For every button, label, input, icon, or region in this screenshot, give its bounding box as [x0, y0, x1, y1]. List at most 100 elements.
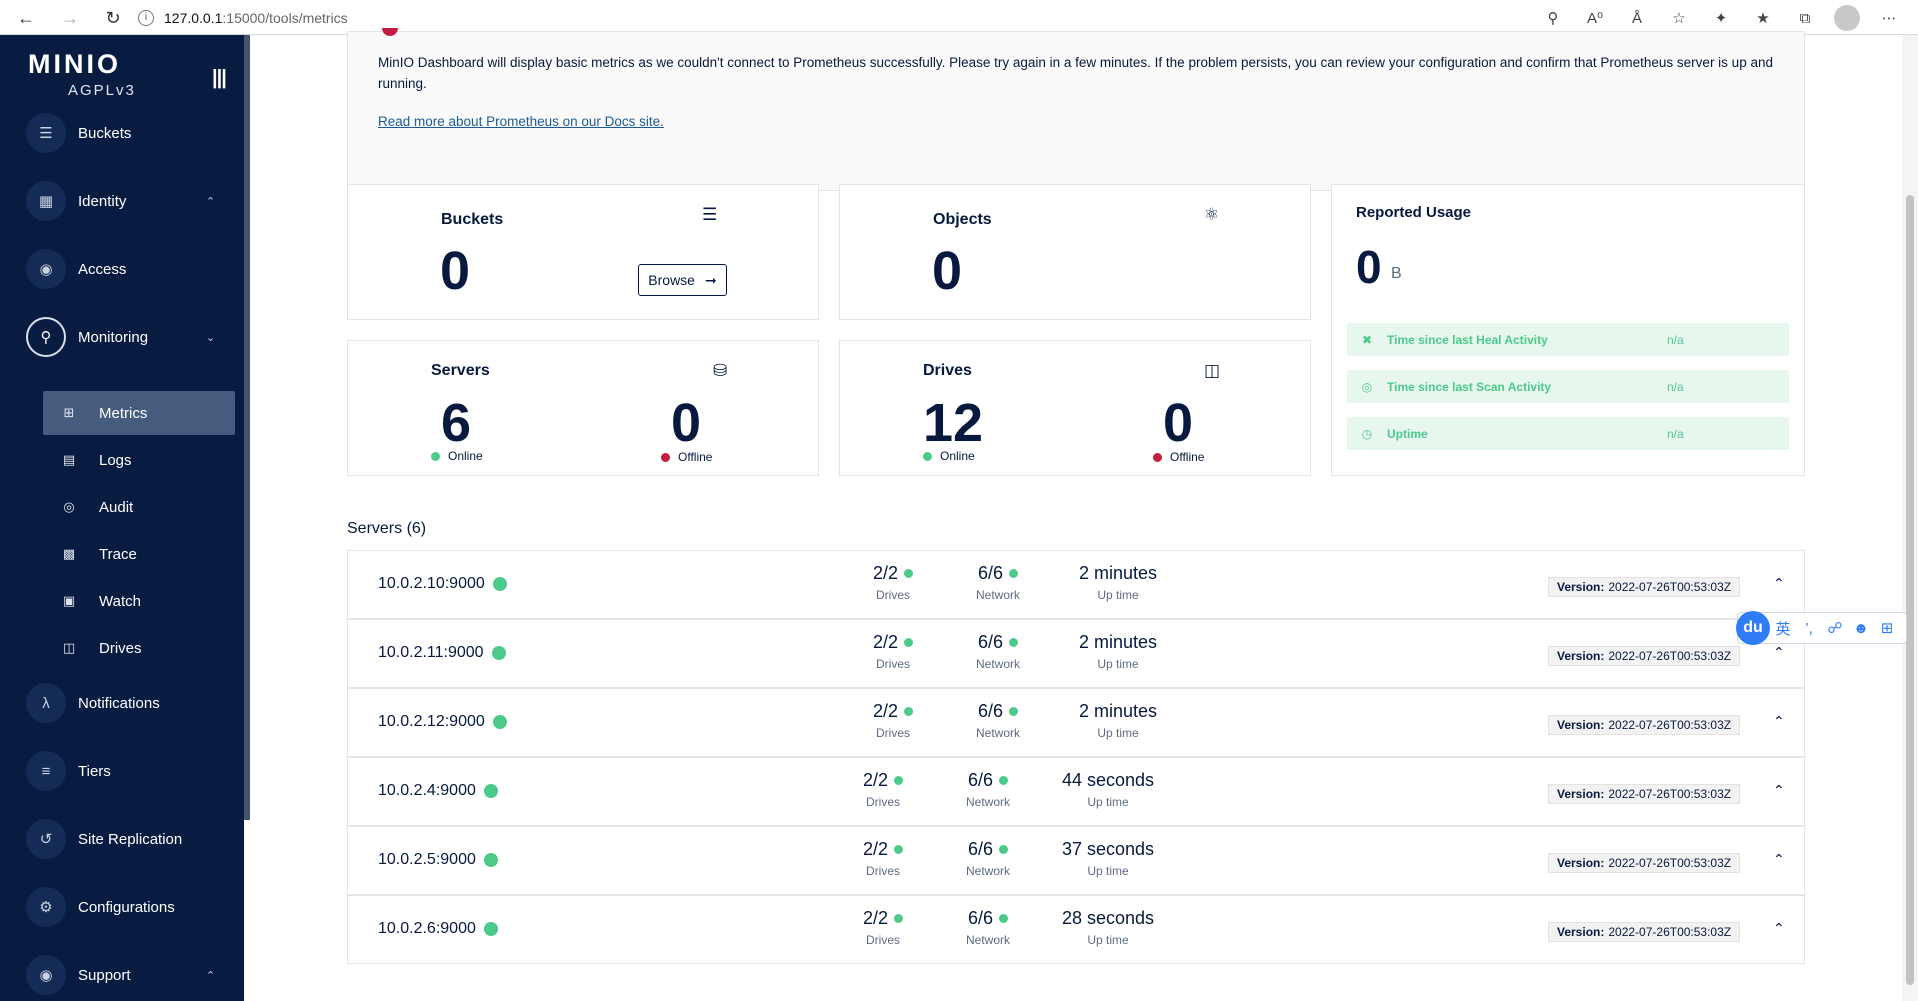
chevron-up-icon[interactable]: ⌃	[1773, 920, 1785, 937]
address-bar[interactable]: i 127.0.0.1:15000/tools/metrics	[138, 3, 1658, 32]
server-row[interactable]: 10.0.2.5:9000 2/2 Drives 6/6 Network 37 …	[347, 826, 1805, 895]
punctuation-icon[interactable]: ’,	[1796, 620, 1822, 637]
sidebar-item-site-replication[interactable]: ↺ Site Replication	[26, 819, 182, 859]
gear-icon: ⚙	[26, 887, 66, 927]
collections-icon[interactable]: ⧉	[1786, 4, 1824, 32]
key-icon[interactable]: ⚲	[1534, 4, 1572, 32]
sidebar-item-identity[interactable]: ▦ Identity ⌃	[26, 181, 215, 221]
network-value: 6/6	[977, 563, 1004, 583]
sidebar-item-support[interactable]: ◉ Support ⌃	[26, 955, 215, 995]
translate-icon[interactable]: Å	[1618, 4, 1656, 32]
extensions-icon[interactable]: ✦	[1702, 4, 1740, 32]
keyboard-icon[interactable]: ☍	[1822, 619, 1848, 637]
version-label: Version:	[1557, 718, 1605, 732]
sidebar-item-audit[interactable]: ◎ Audit	[43, 485, 235, 529]
profile-avatar[interactable]	[1834, 5, 1860, 31]
favorite-star-icon[interactable]: ☆	[1660, 4, 1698, 32]
forward-icon[interactable]: →	[56, 4, 84, 32]
server-uptime: 2 minutes Up time	[1063, 701, 1173, 740]
server-row[interactable]: 10.0.2.12:9000 2/2 Drives 6/6 Network 2 …	[347, 688, 1805, 757]
ime-language-toggle[interactable]: 英	[1770, 618, 1796, 639]
version-badge: Version: 2022-07-26T00:53:03Z	[1548, 577, 1741, 597]
ime-logo[interactable]: du	[1736, 611, 1770, 645]
uptime-caption: Up time	[1087, 933, 1129, 947]
prometheus-docs-link[interactable]: Read more about Prometheus on our Docs s…	[378, 114, 664, 129]
lock-icon: ◉	[26, 249, 66, 289]
sidebar-item-watch[interactable]: ▣ Watch	[43, 579, 235, 623]
server-row[interactable]: 10.0.2.6:9000 2/2 Drives 6/6 Network 28 …	[347, 895, 1805, 964]
bucket-icon: ☰	[702, 205, 718, 224]
sidebar-item-monitoring[interactable]: ⚲ Monitoring ⌄	[26, 317, 215, 357]
objects-count: 0	[932, 241, 963, 301]
version-badge: Version: 2022-07-26T00:53:03Z	[1548, 853, 1741, 873]
server-host: 10.0.2.11:9000	[378, 644, 506, 662]
network-status-dot	[999, 914, 1009, 923]
database-icon: ⛁	[713, 361, 728, 380]
sidebar: MINIO AGPLv3 ||| ☰ Buckets ▦ Identity ⌃ …	[0, 35, 244, 1001]
page-scrollbar[interactable]	[1902, 35, 1918, 1001]
network-status-dot	[1009, 707, 1019, 716]
sidebar-item-trace[interactable]: ▩ Trace	[43, 532, 235, 576]
favorites-icon[interactable]: ★	[1744, 4, 1782, 32]
server-uptime: 37 seconds Up time	[1053, 839, 1163, 878]
collapse-sidebar-icon[interactable]: |||	[212, 67, 227, 90]
reload-icon[interactable]: ↻	[99, 4, 127, 32]
network-caption: Network	[965, 795, 1010, 809]
server-host: 10.0.2.10:9000	[378, 575, 507, 593]
drives-label: Drives	[923, 362, 972, 379]
version-badge: Version: 2022-07-26T00:53:03Z	[1548, 922, 1741, 942]
ime-toolbar[interactable]: du 英 ’, ☍ ☻ ⊞	[1736, 611, 1907, 645]
chevron-up-icon[interactable]: ⌃	[1773, 575, 1785, 592]
back-icon[interactable]: ←	[12, 4, 40, 32]
sidebar-item-configurations[interactable]: ⚙ Configurations	[26, 887, 175, 927]
scrollbar-thumb[interactable]	[1906, 195, 1914, 985]
chevron-up-icon[interactable]: ⌃	[1773, 713, 1785, 730]
server-row[interactable]: 10.0.2.10:9000 2/2 Drives 6/6 Network 2 …	[347, 550, 1805, 619]
chevron-up-icon[interactable]: ⌃	[1773, 782, 1785, 799]
version-label: Version:	[1557, 925, 1605, 939]
sidebar-item-label: Metrics	[99, 404, 148, 422]
drives-caption: Drives	[865, 864, 900, 878]
drives-value: 2/2	[872, 701, 899, 721]
sidebar-item-notifications[interactable]: λ Notifications	[26, 683, 160, 723]
uptime-caption: Up time	[1097, 726, 1139, 740]
sidebar-item-tiers[interactable]: ≡ Tiers	[26, 751, 111, 791]
server-host-label: 10.0.2.4:9000	[378, 782, 476, 799]
server-drives: 2/2 Drives	[858, 563, 928, 602]
network-caption: Network	[975, 726, 1020, 740]
chevron-down-icon: ⌄	[206, 331, 216, 344]
drives-card: Drives ◫ 12 Online 0 Offline	[839, 340, 1311, 476]
sidebar-item-label: Access	[78, 260, 127, 278]
sidebar-item-access[interactable]: ◉ Access	[26, 249, 126, 289]
browse-button[interactable]: Browse ➞	[638, 264, 727, 296]
network-value: 6/6	[977, 632, 1004, 652]
server-row[interactable]: 10.0.2.11:9000 2/2 Drives 6/6 Network 2 …	[347, 619, 1805, 688]
chevron-up-icon[interactable]: ⌃	[1773, 644, 1785, 661]
version-value: 2022-07-26T00:53:03Z	[1608, 718, 1732, 732]
more-menu-icon[interactable]: ⋯	[1870, 4, 1908, 32]
network-caption: Network	[965, 864, 1010, 878]
sidebar-item-metrics[interactable]: ⊞ Metrics	[43, 391, 235, 435]
network-value: 6/6	[967, 908, 994, 928]
site-info-icon[interactable]: i	[138, 9, 154, 26]
chevron-up-icon[interactable]: ⌃	[1773, 851, 1785, 868]
drives-value: 2/2	[862, 770, 889, 790]
server-row[interactable]: 10.0.2.4:9000 2/2 Drives 6/6 Network 44 …	[347, 757, 1805, 826]
server-uptime: 28 seconds Up time	[1053, 908, 1163, 947]
sidebar-item-buckets[interactable]: ☰ Buckets	[26, 113, 131, 153]
online-dot	[923, 451, 932, 461]
sidebar-item-drives[interactable]: ◫ Drives	[43, 626, 235, 670]
servers-label: Servers	[431, 362, 490, 379]
user-icon[interactable]: ☻	[1848, 620, 1874, 637]
grid-icon[interactable]: ⊞	[1874, 619, 1900, 637]
read-aloud-icon[interactable]: A⁰	[1576, 4, 1614, 32]
watch-icon: ▣	[62, 593, 76, 608]
server-host: 10.0.2.4:9000	[378, 782, 498, 800]
heal-icon: ✖	[1361, 332, 1373, 347]
usage-unit: B	[1391, 265, 1402, 282]
version-value: 2022-07-26T00:53:03Z	[1608, 856, 1732, 870]
sidebar-item-logs[interactable]: ▤ Logs	[43, 438, 235, 482]
minio-logo[interactable]: MINIO AGPLv3	[28, 49, 136, 99]
main-content: MinIO Dashboard will display basic metri…	[250, 28, 1902, 1001]
network-caption: Network	[975, 657, 1020, 671]
